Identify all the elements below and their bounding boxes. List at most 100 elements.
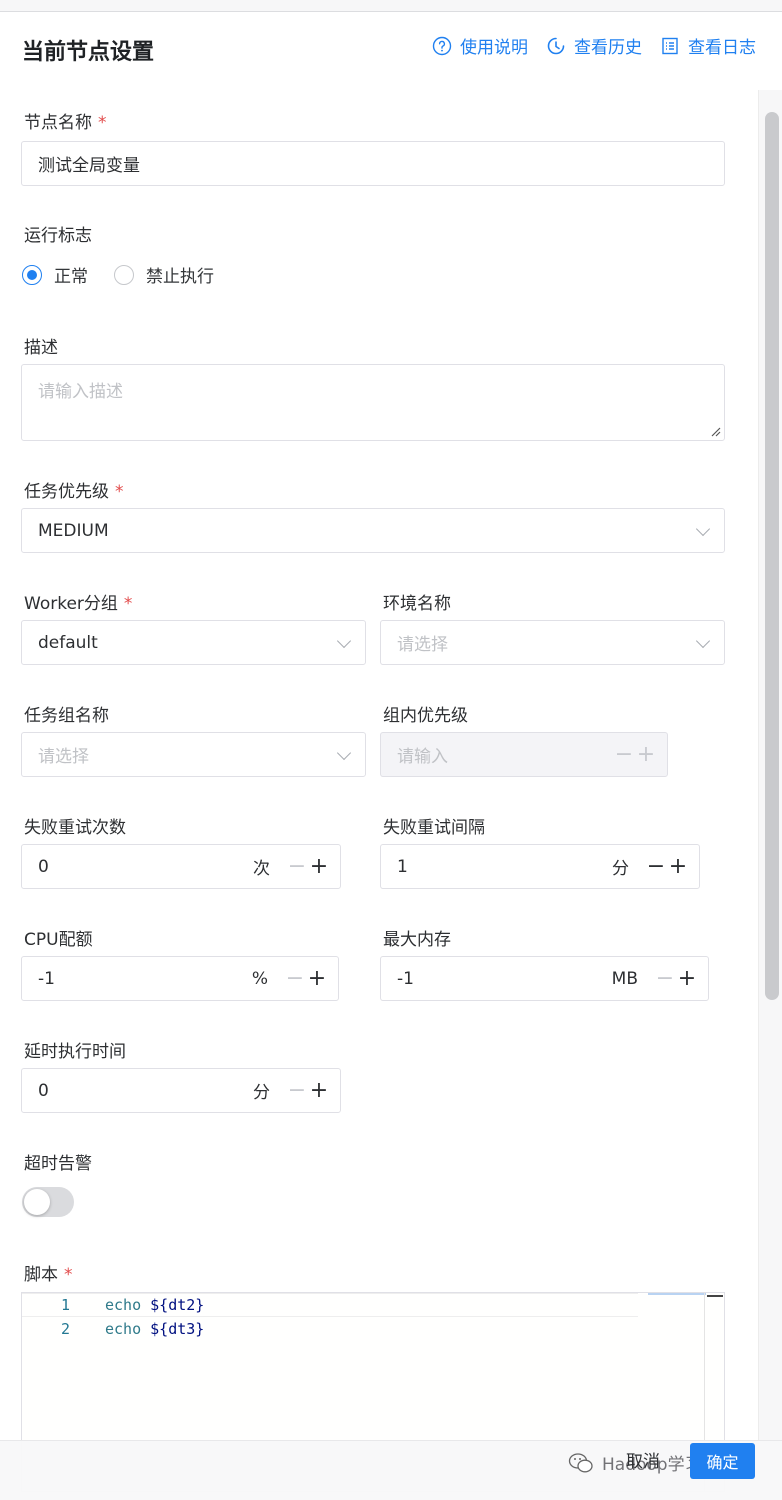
retry-interval-unit: 分 [612,859,629,879]
max-memory-input[interactable]: -1 MB − + [380,956,709,1001]
retry-times-unit: 次 [253,859,270,879]
minus-icon[interactable]: − [613,742,635,767]
drawer-title: 当前节点设置 [22,40,155,65]
group-priority-placeholder: 请输入 [397,747,448,767]
confirm-button[interactable]: 确定 [690,1443,755,1479]
wechat-logo-icon [568,1452,593,1472]
cpu-quota-value: -1 [38,968,55,989]
resize-grip-icon[interactable] [709,425,721,437]
max-memory-value: -1 [397,968,414,989]
cpu-quota-input[interactable]: -1 % − + [21,956,339,1001]
plus-icon[interactable]: + [667,854,689,879]
worker-group-value: default [38,632,98,653]
task-priority-value: MEDIUM [38,520,109,541]
code-argument: ${dt2} [150,1296,205,1314]
minus-icon[interactable]: − [645,854,667,879]
editor-line: 1 echo ${dt2} [22,1293,638,1317]
plus-icon[interactable]: + [635,742,657,767]
cancel-button[interactable]: 取消 [626,1447,660,1472]
timeout-alarm-label: 超时告警 [24,1154,92,1174]
code-command: echo [105,1296,142,1314]
run-flag-normal-label: 正常 [54,267,88,287]
plus-icon[interactable]: + [676,966,698,991]
run-flag-label: 运行标志 [24,226,92,246]
task-group-select[interactable]: 请选择 [21,732,366,777]
required-marker: * [115,482,124,502]
node-name-label: 节点名称 * [24,108,107,133]
group-priority-input[interactable]: 请输入 − + [380,732,668,777]
worker-group-select[interactable]: default [21,620,366,665]
retry-interval-label: 失败重试间隔 [383,818,485,838]
node-name-label-text: 节点名称 [24,113,92,133]
group-priority-label: 组内优先级 [383,706,468,726]
view-history-button[interactable]: 查看历史 [546,33,642,58]
worker-group-label: Worker分组 * [24,589,132,614]
max-memory-label: 最大内存 [383,930,451,950]
radio-unchecked-icon [114,264,134,285]
retry-interval-input[interactable]: 1 分 − + [380,844,700,889]
retry-times-input[interactable]: 0 次 − + [21,844,341,889]
window-top-bar [0,0,782,12]
help-circle-icon [432,36,452,55]
task-group-label: 任务组名称 [24,706,109,726]
task-priority-label: 任务优先级 * [24,477,124,502]
run-flag-radio-group: 正常 禁止执行 [22,262,214,287]
node-name-value: 测试全局变量 [38,156,140,176]
required-marker: * [64,1265,73,1285]
max-memory-unit: MB [611,968,638,989]
delay-time-unit: 分 [253,1083,270,1103]
line-number: 2 [60,1320,70,1338]
environment-placeholder: 请选择 [397,635,448,655]
worker-group-label-text: Worker分组 [24,594,118,614]
plus-icon[interactable]: + [306,966,328,991]
code-command: echo [105,1320,142,1338]
script-label-text: 脚本 [24,1265,58,1285]
usage-guide-label: 使用说明 [460,38,528,58]
chevron-down-icon [695,633,711,648]
retry-times-value: 0 [38,856,49,877]
line-number: 1 [60,1296,70,1314]
minus-icon[interactable]: − [284,966,306,991]
minus-icon[interactable]: − [654,966,676,991]
view-log-label: 查看日志 [688,38,756,58]
timeout-alarm-switch[interactable] [22,1187,74,1217]
node-name-input[interactable]: 测试全局变量 [21,141,725,186]
view-log-button[interactable]: 查看日志 [660,33,756,58]
code-text: echo ${dt3} [105,1320,204,1338]
code-text: echo ${dt2} [105,1296,204,1314]
chevron-down-icon [695,521,711,536]
delay-time-input[interactable]: 0 分 − + [21,1068,341,1113]
delay-time-value: 0 [38,1080,49,1101]
task-priority-label-text: 任务优先级 [24,482,109,502]
run-flag-forbidden-label: 禁止执行 [146,267,214,287]
retry-interval-value: 1 [397,856,408,877]
switch-knob [24,1189,50,1215]
environment-select[interactable]: 请选择 [380,620,725,665]
run-flag-normal-radio[interactable]: 正常 [22,262,88,287]
retry-times-label: 失败重试次数 [24,818,126,838]
task-group-placeholder: 请选择 [38,747,89,767]
drawer-scrollbar-thumb[interactable] [765,112,779,1000]
minus-icon[interactable]: − [286,854,308,879]
history-clock-icon [547,37,565,54]
description-placeholder: 请输入描述 [38,382,123,402]
editor-line: 2 echo ${dt3} [22,1317,638,1341]
run-flag-forbidden-radio[interactable]: 禁止执行 [114,262,214,287]
minus-icon[interactable]: − [286,1078,308,1103]
description-label: 描述 [24,338,58,358]
view-history-label: 查看历史 [574,38,642,58]
description-textarea[interactable]: 请输入描述 [21,364,725,441]
required-marker: * [123,594,133,614]
cpu-quota-label: CPU配额 [24,930,93,950]
log-list-icon [662,37,678,54]
usage-guide-button[interactable]: 使用说明 [432,33,528,58]
chevron-down-icon [336,745,352,760]
plus-icon[interactable]: + [308,854,330,879]
chevron-down-icon [336,633,352,648]
plus-icon[interactable]: + [308,1078,330,1103]
environment-label: 环境名称 [383,594,451,614]
radio-checked-icon [22,264,42,285]
delay-time-label: 延时执行时间 [24,1042,126,1062]
task-priority-select[interactable]: MEDIUM [21,508,725,553]
header-actions: 使用说明 查看历史 查看日志 [432,33,756,58]
